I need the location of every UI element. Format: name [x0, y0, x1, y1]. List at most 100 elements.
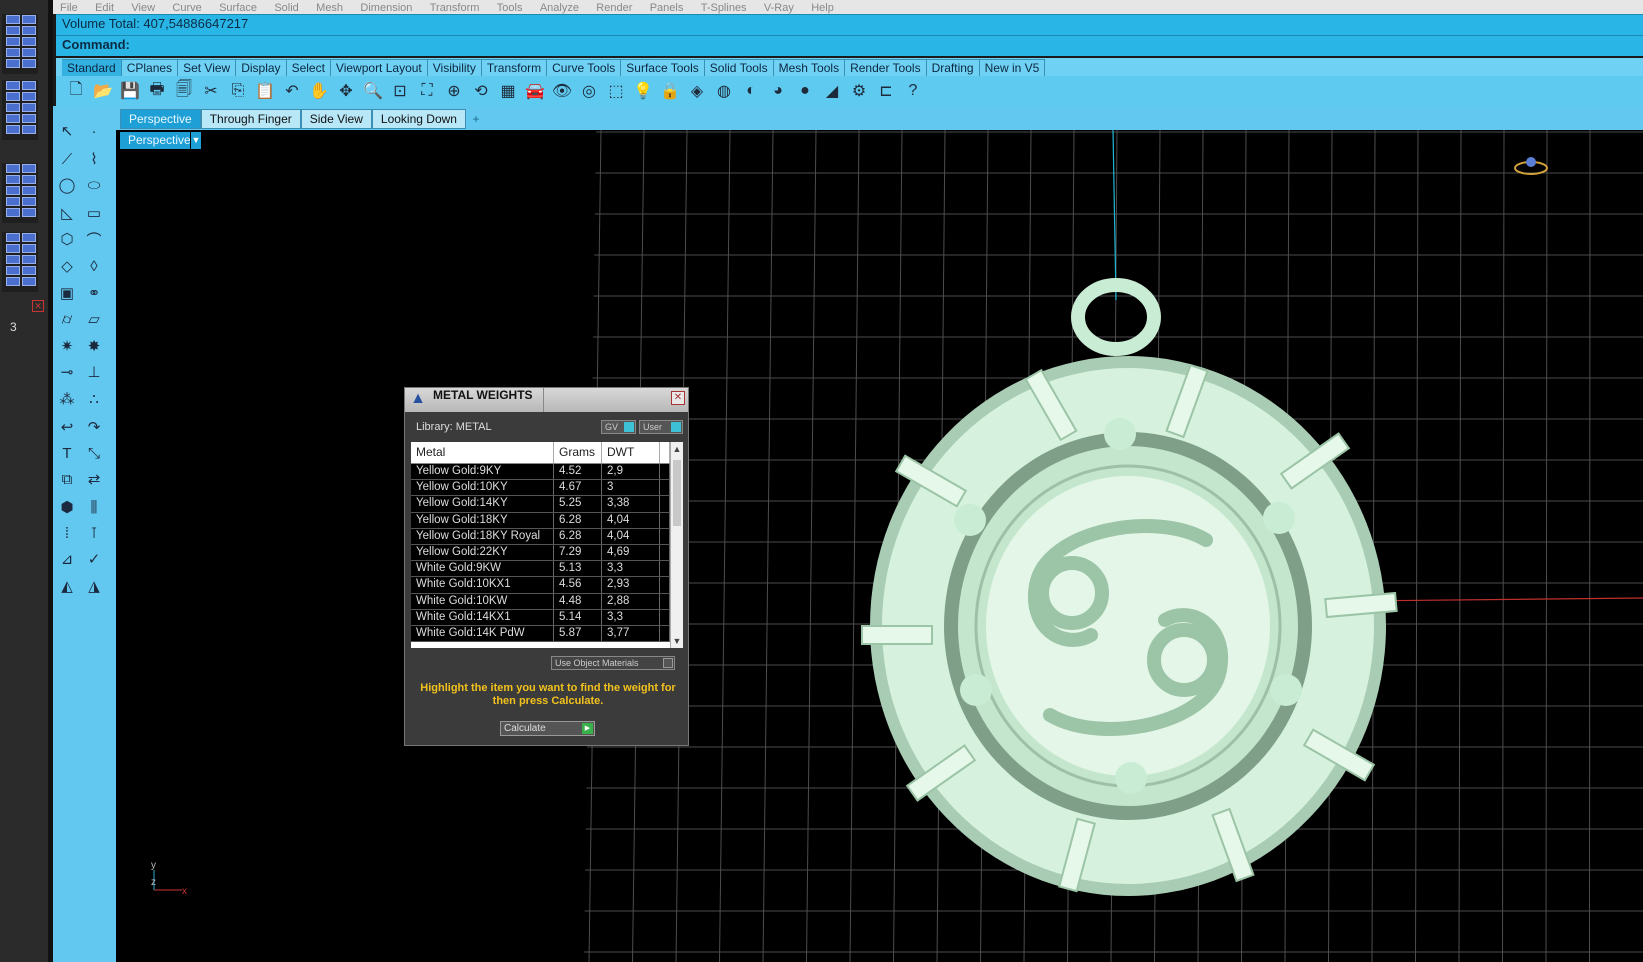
- zoom-window-icon[interactable]: ⊡: [388, 79, 412, 103]
- menu-mesh[interactable]: Mesh: [309, 3, 350, 14]
- tab-viewport-layout[interactable]: Viewport Layout: [330, 59, 428, 76]
- tab-select[interactable]: Select: [286, 59, 331, 76]
- menu-tools[interactable]: Tools: [490, 3, 530, 14]
- menu-render[interactable]: Render: [589, 3, 639, 14]
- menu-view[interactable]: View: [124, 3, 162, 14]
- rotate-view-icon[interactable]: ✥: [334, 79, 358, 103]
- column-dwt[interactable]: DWT: [602, 442, 660, 463]
- new-file-icon[interactable]: 🗋: [64, 79, 88, 103]
- eye-icon[interactable]: 👁: [550, 79, 574, 103]
- shaded-sphere-icon[interactable]: ◐: [739, 79, 763, 103]
- table-row[interactable]: White Gold:9KW 5.13 3,3: [411, 561, 683, 578]
- render-icon[interactable]: ◢: [820, 79, 844, 103]
- table-row[interactable]: White Gold:10KW 4.48 2,88: [411, 593, 683, 610]
- column-metal[interactable]: Metal: [411, 442, 554, 463]
- perspective-viewport[interactable]: Perspective ▼ y z x: [116, 130, 1643, 962]
- polyline-icon[interactable]: ⟋: [56, 148, 78, 170]
- tab-new-in-v5[interactable]: New in V5: [979, 59, 1046, 76]
- mirror-icon[interactable]: ⇄: [83, 468, 105, 490]
- menu-panels[interactable]: Panels: [643, 3, 691, 14]
- pan-hand-icon[interactable]: ✋: [307, 79, 331, 103]
- tab-display[interactable]: Display: [236, 59, 287, 76]
- color-wheel-icon[interactable]: ◍: [712, 79, 736, 103]
- group-icon[interactable]: ⁂: [56, 388, 78, 410]
- ungroup-icon[interactable]: ∴: [83, 388, 105, 410]
- menu-solid[interactable]: Solid: [267, 3, 305, 14]
- check-icon[interactable]: ✓: [83, 548, 105, 570]
- undo-view-icon[interactable]: ⟲: [469, 79, 493, 103]
- tab-set-view[interactable]: Set View: [178, 59, 237, 76]
- table-row[interactable]: Yellow Gold:18KY Royal 6.28 4,04: [411, 528, 683, 545]
- blue-sphere-icon[interactable]: ●: [793, 79, 817, 103]
- ellipse-icon[interactable]: ⬭: [83, 174, 105, 196]
- mesh-icon[interactable]: ▱: [83, 308, 105, 330]
- layer-icon[interactable]: ◈: [685, 79, 709, 103]
- fillet-curve-icon[interactable]: ⌒: [83, 228, 105, 250]
- polygon-icon[interactable]: ⬡: [56, 228, 78, 250]
- print-icon[interactable]: 🖶: [145, 79, 169, 103]
- surface-corner-icon[interactable]: ◇: [56, 255, 78, 277]
- save-icon[interactable]: 💾: [118, 79, 142, 103]
- menu-tsplines[interactable]: T-Splines: [694, 3, 754, 14]
- tab-cplanes[interactable]: CPlanes: [121, 59, 179, 76]
- options-gear-icon[interactable]: ⚙: [847, 79, 871, 103]
- dialog-title-bar[interactable]: ▲ METAL WEIGHTS ✕: [405, 388, 688, 412]
- array-grid-icon[interactable]: ⁞: [56, 522, 78, 544]
- copy-icon[interactable]: ⎘: [226, 79, 250, 103]
- scroll-up-icon[interactable]: ▲: [671, 442, 683, 456]
- menu-vray[interactable]: V-Ray: [757, 3, 801, 14]
- block-icon[interactable]: ⬢: [56, 496, 78, 518]
- surface-loft-icon[interactable]: ◊: [83, 255, 105, 277]
- light-bulb-icon[interactable]: 💡: [631, 79, 655, 103]
- lock-icon[interactable]: 🔒: [658, 79, 682, 103]
- table-row[interactable]: White Gold:14KX1 5.14 3,3: [411, 609, 683, 626]
- menu-dimension[interactable]: Dimension: [353, 3, 419, 14]
- curve-cv-icon[interactable]: ⌇: [83, 148, 105, 170]
- car-icon[interactable]: 🚘: [523, 79, 547, 103]
- explode-icon[interactable]: ✸: [83, 335, 105, 357]
- rendered-sphere-icon[interactable]: ◕: [766, 79, 790, 103]
- use-object-materials-dropdown[interactable]: Use Object Materials: [551, 656, 675, 670]
- viewport-title[interactable]: Perspective: [120, 132, 199, 149]
- menu-transform[interactable]: Transform: [423, 3, 487, 14]
- select-arrow-icon[interactable]: ↖: [56, 120, 78, 142]
- tab-standard[interactable]: Standard: [62, 59, 122, 76]
- menu-help[interactable]: Help: [804, 3, 841, 14]
- menu-surface[interactable]: Surface: [212, 3, 264, 14]
- menu-analyze[interactable]: Analyze: [533, 3, 586, 14]
- table-row[interactable]: Yellow Gold:10KY 4.67 3: [411, 480, 683, 497]
- box-solid-icon[interactable]: ▣: [56, 282, 78, 304]
- open-folder-icon[interactable]: 📂: [91, 79, 115, 103]
- help-icon[interactable]: ?: [901, 79, 925, 103]
- circle-snap-icon[interactable]: ◎: [577, 79, 601, 103]
- tab-mesh-tools[interactable]: Mesh Tools: [773, 59, 846, 76]
- table-row[interactable]: White Gold:14K PdW 5.87 3,77: [411, 625, 683, 643]
- analyze-icon[interactable]: ⊿: [56, 548, 78, 570]
- tab-visibility[interactable]: Visibility: [427, 59, 482, 76]
- tab-curve-tools[interactable]: Curve Tools: [547, 59, 622, 76]
- table-row[interactable]: Yellow Gold:18KY 6.28 4,04: [411, 512, 683, 529]
- table-row[interactable]: White Gold:10KX1 4.56 2,93: [411, 577, 683, 594]
- tab-looking-down[interactable]: Looking Down: [371, 109, 466, 129]
- point-icon[interactable]: ·: [83, 120, 105, 142]
- transform-icon[interactable]: ⧉: [56, 468, 78, 490]
- split-icon[interactable]: ⊥: [83, 361, 105, 383]
- array-linear-icon[interactable]: ⫼: [83, 496, 105, 518]
- zoom-extents-icon[interactable]: ⛶: [415, 79, 439, 103]
- tab-transform[interactable]: Transform: [481, 59, 548, 76]
- paint-bucket-icon[interactable]: ◮: [83, 575, 105, 597]
- ring-view-icon[interactable]: [1514, 157, 1548, 175]
- close-icon[interactable]: ✕: [32, 300, 44, 312]
- menu-curve[interactable]: Curve: [165, 3, 208, 14]
- dimension-icon[interactable]: ⊏: [874, 79, 898, 103]
- tab-drafting[interactable]: Drafting: [926, 59, 980, 76]
- tab-perspective[interactable]: Perspective: [120, 109, 201, 129]
- table-row[interactable]: Yellow Gold:22KY 7.29 4,69: [411, 544, 683, 562]
- arc-icon[interactable]: ◺: [56, 202, 78, 224]
- cut-icon[interactable]: ✂: [199, 79, 223, 103]
- curve-from-object-icon[interactable]: ↩: [56, 416, 78, 438]
- tab-solid-tools[interactable]: Solid Tools: [704, 59, 774, 76]
- four-viewports-icon[interactable]: ▦: [496, 79, 520, 103]
- add-viewport-icon[interactable]: +: [466, 112, 486, 126]
- command-line[interactable]: Command:: [56, 35, 1643, 55]
